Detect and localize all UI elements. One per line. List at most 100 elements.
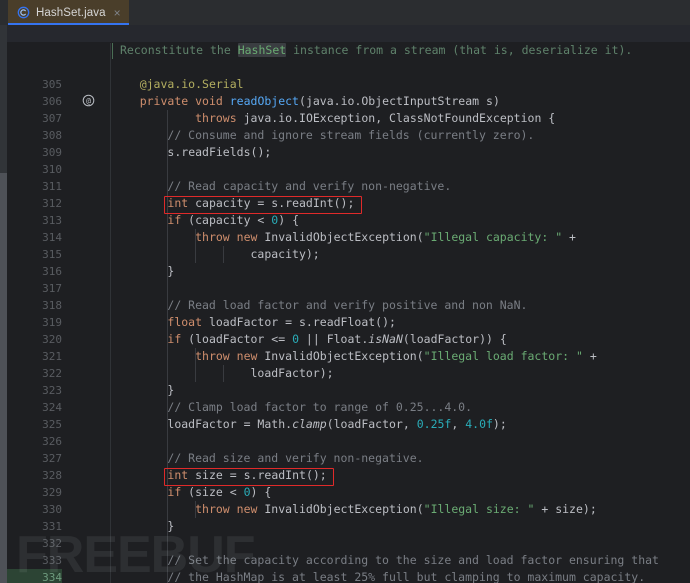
- code-line[interactable]: 310: [0, 161, 690, 178]
- line-number: 321: [42, 350, 62, 363]
- line-number: 310: [42, 163, 62, 176]
- code-text: float loadFactor = s.readFloat();: [167, 315, 396, 329]
- line-number: 328: [42, 469, 62, 482]
- code-text: int capacity = s.readInt();: [167, 196, 355, 210]
- code-text: loadFactor = Math.clamp(loadFactor, 0.25…: [167, 417, 507, 431]
- code-line[interactable]: 329 if (size < 0) {: [0, 484, 690, 501]
- code-text: // Read capacity and verify non-negative…: [167, 179, 452, 193]
- sticky-header-bar: [7, 25, 690, 43]
- code-text: private void readObject(java.io.ObjectIn…: [139, 94, 500, 108]
- javadoc-text: Reconstitute the HashSet instance from a…: [120, 43, 633, 57]
- line-number: 305: [42, 78, 62, 91]
- code-line[interactable]: 306 @ private void readObject(java.io.Obj…: [0, 93, 690, 110]
- code-line[interactable]: 330 throw new InvalidObjectException("Il…: [0, 501, 690, 518]
- javadoc-fragment-line: Reconstitute the HashSet instance from a…: [0, 42, 690, 59]
- code-text: // Consume and ignore stream fields (cur…: [167, 128, 535, 142]
- javadoc-indent-bar: [112, 42, 113, 59]
- code-line[interactable]: 333 // Set the capacity according to the…: [0, 552, 690, 569]
- java-class-icon: [17, 6, 30, 19]
- code-line[interactable]: 332: [0, 535, 690, 552]
- code-text: if (capacity < 0) {: [167, 213, 299, 227]
- code-text: }: [112, 264, 175, 278]
- indent-guide: [222, 365, 224, 382]
- code-text: }: [112, 383, 175, 397]
- line-number: 314: [42, 231, 62, 244]
- code-line[interactable]: 321 throw new InvalidObjectException("Il…: [0, 348, 690, 365]
- indent-guide: [222, 246, 224, 263]
- code-line[interactable]: 313 if (capacity < 0) {: [0, 212, 690, 229]
- code-text: // Set the capacity according to the siz…: [167, 553, 659, 567]
- code-line[interactable]: 316 }: [0, 263, 690, 280]
- line-number: 308: [42, 129, 62, 142]
- override-annotation-icon[interactable]: @: [80, 93, 96, 110]
- code-line[interactable]: 324 // Clamp load factor to range of 0.2…: [0, 399, 690, 416]
- line-number: 316: [42, 265, 62, 278]
- line-number: 319: [42, 316, 62, 329]
- line-number: 330: [42, 503, 62, 516]
- line-number: 331: [42, 520, 62, 533]
- code-line[interactable]: 312 int capacity = s.readInt();: [0, 195, 690, 212]
- code-line[interactable]: 305 @java.io.Serial: [0, 76, 690, 93]
- code-line[interactable]: 325 loadFactor = Math.clamp(loadFactor, …: [0, 416, 690, 433]
- line-number: 327: [42, 452, 62, 465]
- code-line[interactable]: 308 // Consume and ignore stream fields …: [0, 127, 690, 144]
- code-text: // Read size and verify non-negative.: [167, 451, 424, 465]
- line-number: 324: [42, 401, 62, 414]
- code-text: s.readFields();: [167, 145, 272, 159]
- indent-guide: [167, 110, 169, 583]
- code-line[interactable]: 311 // Read capacity and verify non-nega…: [0, 178, 690, 195]
- line-number: 306: [42, 95, 62, 108]
- code-line[interactable]: 307 throws java.io.IOException, ClassNot…: [0, 110, 690, 127]
- line-number: 323: [42, 384, 62, 397]
- line-number: 309: [42, 146, 62, 159]
- code-line[interactable]: 326: [0, 433, 690, 450]
- close-icon[interactable]: ×: [114, 7, 121, 19]
- editor-tab-hashset-java[interactable]: HashSet.java ×: [8, 0, 129, 25]
- line-number: 313: [42, 214, 62, 227]
- code-line[interactable]: 319 float loadFactor = s.readFloat();: [0, 314, 690, 331]
- line-number: 317: [42, 282, 62, 295]
- code-text: int size = s.readInt();: [167, 468, 327, 482]
- code-text: @java.io.Serial: [139, 77, 244, 91]
- code-lines-container: 90public class HashSet<E>Reconstitute th…: [0, 25, 690, 583]
- line-number: 318: [42, 299, 62, 312]
- code-line[interactable]: 309 s.readFields();: [0, 144, 690, 161]
- code-text: // Clamp load factor to range of 0.25...…: [167, 400, 473, 414]
- line-number: 315: [42, 248, 62, 261]
- code-editor-window: HashSet.java × 90public class HashSet<E>…: [0, 0, 690, 583]
- code-line[interactable]: 334 // the HashMap is at least 25% full …: [0, 569, 690, 583]
- code-text: // Read load factor and verify positive …: [167, 298, 528, 312]
- code-line[interactable]: 314 throw new InvalidObjectException("Il…: [0, 229, 690, 246]
- svg-text:@: @: [86, 96, 91, 105]
- code-text: // the HashMap is at least 25% full but …: [167, 570, 646, 583]
- line-number: 326: [42, 435, 62, 448]
- code-line[interactable]: 315 capacity);: [0, 246, 690, 263]
- code-line[interactable]: 320 if (loadFactor <= 0 || Float.isNaN(l…: [0, 331, 690, 348]
- code-text: throw new InvalidObjectException("Illega…: [195, 349, 597, 363]
- indent-guide: [195, 229, 197, 263]
- code-line[interactable]: 327 // Read size and verify non-negative…: [0, 450, 690, 467]
- editor-area[interactable]: 90public class HashSet<E>Reconstitute th…: [0, 25, 690, 583]
- code-line[interactable]: 322 loadFactor);: [0, 365, 690, 382]
- editor-tab-label: HashSet.java: [36, 6, 106, 19]
- line-number: 332: [42, 537, 62, 550]
- editor-tab-bar: HashSet.java ×: [0, 0, 690, 26]
- code-line[interactable]: 323 }: [0, 382, 690, 399]
- line-number: 320: [42, 333, 62, 346]
- line-number: 311: [42, 180, 62, 193]
- line-number: 322: [42, 367, 62, 380]
- code-text: throws java.io.IOException, ClassNotFoun…: [195, 111, 556, 125]
- line-number: 334: [7, 569, 62, 583]
- code-text: throw new InvalidObjectException("Illega…: [195, 502, 597, 516]
- code-line[interactable]: 318 // Read load factor and verify posit…: [0, 297, 690, 314]
- line-number: 307: [42, 112, 62, 125]
- code-line[interactable]: 328 int size = s.readInt();: [0, 467, 690, 484]
- code-line[interactable]: 331 }: [0, 518, 690, 535]
- code-text: capacity);: [250, 247, 320, 261]
- code-line[interactable]: 317: [0, 280, 690, 297]
- code-text: if (loadFactor <= 0 || Float.isNaN(loadF…: [167, 332, 507, 346]
- line-number: 312: [42, 197, 62, 210]
- line-number: 333: [42, 554, 62, 567]
- line-number: 329: [42, 486, 62, 499]
- indent-guide: [195, 348, 197, 382]
